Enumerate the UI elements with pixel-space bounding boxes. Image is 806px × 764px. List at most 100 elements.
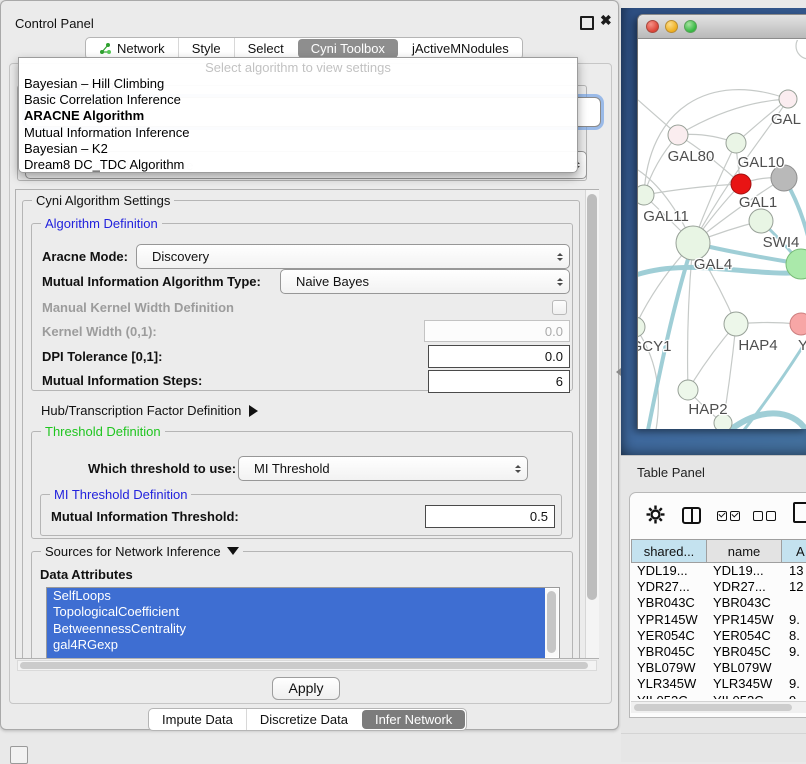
node-gcy1[interactable]: [638, 317, 645, 337]
tab-network[interactable]: Network: [86, 38, 179, 59]
node-gal4[interactable]: [676, 226, 710, 260]
tab-select[interactable]: Select: [235, 38, 297, 59]
minimize-traffic-light-icon[interactable]: [665, 20, 678, 33]
table-row[interactable]: YBL079WYBL079W: [632, 660, 806, 676]
tab-impute-data[interactable]: Impute Data: [149, 709, 247, 730]
table-row[interactable]: YLR345WYLR345W9.: [632, 676, 806, 692]
close-traffic-light-icon[interactable]: [646, 20, 659, 33]
threshold-definition-group: Threshold Definition Which threshold to …: [31, 431, 573, 539]
dpi-tolerance-input[interactable]: 0.0: [428, 345, 570, 368]
scrollbar-thumb[interactable]: [20, 662, 588, 669]
collapsed-panel-icon[interactable]: [10, 746, 28, 764]
algorithm-option-basic-correlation[interactable]: Basic Correlation Inference: [19, 92, 577, 108]
column-header-name[interactable]: name: [706, 539, 782, 563]
scrollbar-thumb[interactable]: [587, 194, 597, 600]
table-panel: shared... name A YDL19...YDL19...13 YDR2…: [629, 492, 806, 718]
table-row[interactable]: YDL19...YDL19...13: [632, 563, 806, 579]
tab-impute-data-label: Impute Data: [162, 712, 233, 727]
column-header-a[interactable]: A: [781, 539, 806, 563]
mi-algorithm-type-combobox[interactable]: Naive Bayes: [280, 269, 570, 294]
expand-right-icon: [249, 405, 258, 417]
node-gal80[interactable]: [668, 125, 688, 145]
tab-jactivemnodules[interactable]: jActiveMNodules: [399, 38, 522, 59]
float-window-icon[interactable]: [580, 16, 594, 30]
zoom-traffic-light-icon[interactable]: [684, 20, 697, 33]
select-all-checkboxes-icon[interactable]: [717, 511, 740, 521]
hub-definition-expander[interactable]: Hub/Transcription Factor Definition: [41, 403, 258, 418]
kernel-width-input[interactable]: 0.0: [424, 320, 570, 342]
sources-group-title[interactable]: Sources for Network Inference: [41, 544, 243, 559]
document-icon[interactable]: [793, 502, 806, 523]
columns-icon[interactable]: [682, 507, 701, 524]
tab-network-label: Network: [117, 41, 165, 56]
aracne-mode-value: Discovery: [137, 249, 551, 264]
collapse-down-icon: [227, 547, 239, 555]
close-icon[interactable]: ✖: [600, 12, 612, 29]
node-gal1[interactable]: [731, 174, 751, 194]
mi-threshold-label: Mutual Information Threshold:: [51, 509, 239, 524]
node-labels: GAL GAL80 GAL10 GAL1 GAL11 SWI4 GAL4 GCY…: [638, 111, 806, 418]
tab-cyni-toolbox[interactable]: Cyni Toolbox: [298, 39, 398, 58]
network-desktop: GAL GAL80 GAL10 GAL1 GAL11 SWI4 GAL4 GCY…: [621, 8, 806, 455]
node-salmon[interactable]: [790, 313, 806, 335]
node-hap4[interactable]: [724, 312, 748, 336]
stepper-icon: [551, 253, 569, 261]
data-attributes-list: SelfLoops TopologicalCoefficient Between…: [46, 587, 560, 659]
sources-group-title-label: Sources for Network Inference: [45, 544, 221, 559]
manual-kernel-width-label: Manual Kernel Width Definition: [42, 300, 234, 315]
tab-style[interactable]: Style: [179, 38, 235, 59]
apply-button[interactable]: Apply: [272, 677, 340, 700]
deselect-all-checkboxes-icon[interactable]: [753, 511, 776, 521]
algorithm-definition-group: Algorithm Definition Aracne Mode: Discov…: [31, 223, 573, 391]
table-row[interactable]: YDR27...YDR27...12: [632, 579, 806, 595]
mi-threshold-definition-group: MI Threshold Definition Mutual Informati…: [40, 494, 562, 536]
table-row[interactable]: YPR145WYPR145W9.: [632, 612, 806, 628]
list-scrollbar[interactable]: [545, 589, 558, 657]
tab-style-label: Style: [192, 41, 221, 56]
window-title: Control Panel: [15, 16, 94, 31]
table-header-row: shared... name A: [632, 539, 806, 563]
tab-infer-network-label: Infer Network: [375, 712, 452, 727]
node-gal-top[interactable]: [779, 90, 797, 108]
gear-icon[interactable]: [646, 505, 665, 527]
algorithm-option-aracne[interactable]: ARACNE Algorithm: [19, 108, 577, 124]
node-label: GAL1: [739, 194, 777, 211]
algorithm-option-bayesian-k2[interactable]: Bayesian – K2: [19, 141, 577, 157]
tab-infer-network[interactable]: Infer Network: [362, 710, 465, 729]
settings-horizontal-scrollbar[interactable]: [17, 660, 597, 671]
column-header-shared[interactable]: shared...: [631, 539, 707, 563]
algorithm-definition-title: Algorithm Definition: [41, 216, 162, 231]
aracne-mode-combobox[interactable]: Discovery: [136, 244, 570, 269]
split-pane-collapse-handle[interactable]: [612, 368, 621, 376]
mi-threshold-input[interactable]: 0.5: [425, 505, 555, 528]
algorithm-option-bayesian-hill[interactable]: Bayesian – Hill Climbing: [19, 76, 577, 92]
table-horizontal-scrollbar[interactable]: [631, 701, 806, 713]
algorithm-option-mutual-information[interactable]: Mutual Information Inference: [19, 125, 577, 141]
attribute-item[interactable]: TopologicalCoefficient: [47, 604, 545, 620]
node-label: GAL80: [668, 148, 715, 165]
which-threshold-combobox[interactable]: MI Threshold: [238, 456, 528, 481]
algorithm-option-dream8[interactable]: Dream8 DC_TDC Algorithm: [19, 157, 577, 173]
attribute-item[interactable]: SelfLoops: [47, 588, 545, 604]
network-canvas[interactable]: GAL GAL80 GAL10 GAL1 GAL11 SWI4 GAL4 GCY…: [638, 40, 806, 429]
tab-discretize-data-label: Discretize Data: [260, 712, 348, 727]
attribute-item[interactable]: BetweennessCentrality: [47, 621, 545, 637]
tab-cyni-toolbox-label: Cyni Toolbox: [311, 41, 385, 56]
tab-discretize-data[interactable]: Discretize Data: [247, 709, 361, 730]
node-swi4[interactable]: [749, 209, 773, 233]
table-row[interactable]: YIL052CYIL052C9.: [632, 693, 806, 700]
attribute-item[interactable]: gal4RGexp: [47, 637, 545, 653]
node-hap2[interactable]: [678, 380, 698, 400]
scrollbar-thumb[interactable]: [634, 704, 792, 711]
table-row[interactable]: YER054CYER054C8.: [632, 628, 806, 644]
network-view-window[interactable]: GAL GAL80 GAL10 GAL1 GAL11 SWI4 GAL4 GCY…: [637, 14, 806, 429]
manual-kernel-width-checkbox[interactable]: [552, 300, 567, 315]
attribute-item[interactable]: [47, 654, 545, 659]
settings-vertical-scrollbar[interactable]: [585, 190, 599, 658]
table-row[interactable]: YBR045CYBR045C9.: [632, 644, 806, 660]
node-gal10[interactable]: [726, 133, 746, 153]
network-window-titlebar[interactable]: [638, 15, 806, 39]
table-row[interactable]: YBR043CYBR043C: [632, 595, 806, 611]
node-gal11[interactable]: [638, 185, 654, 205]
mi-steps-input[interactable]: 6: [428, 370, 570, 393]
